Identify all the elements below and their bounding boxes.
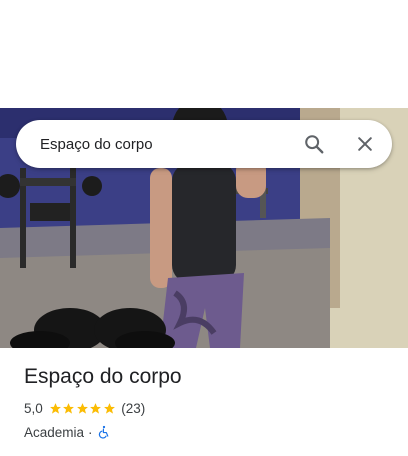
search-bar (16, 120, 392, 168)
separator: · (88, 424, 93, 440)
search-icon (305, 135, 324, 154)
rating-row[interactable]: 5,0 (23) (24, 398, 394, 418)
close-icon (358, 137, 372, 151)
place-info[interactable]: Espaço do corpo 5,0 (23) Academia · (24, 362, 394, 442)
search-input[interactable] (40, 132, 290, 156)
star-rating (49, 402, 117, 415)
star-icon (76, 402, 88, 414)
place-category: Academia (24, 424, 85, 440)
star-icon (49, 402, 61, 414)
star-icon (63, 402, 75, 414)
review-count[interactable]: (23) (121, 401, 145, 416)
star-icon (90, 402, 102, 414)
close-button[interactable] (349, 128, 381, 160)
search-button[interactable] (298, 128, 330, 160)
rating-value: 5,0 (24, 400, 43, 416)
star-icon (103, 402, 115, 414)
category-row: Academia · (24, 422, 394, 442)
map-blank-area (0, 0, 408, 108)
wheelchair-icon (98, 425, 108, 439)
place-name[interactable]: Espaço do corpo (24, 362, 394, 392)
